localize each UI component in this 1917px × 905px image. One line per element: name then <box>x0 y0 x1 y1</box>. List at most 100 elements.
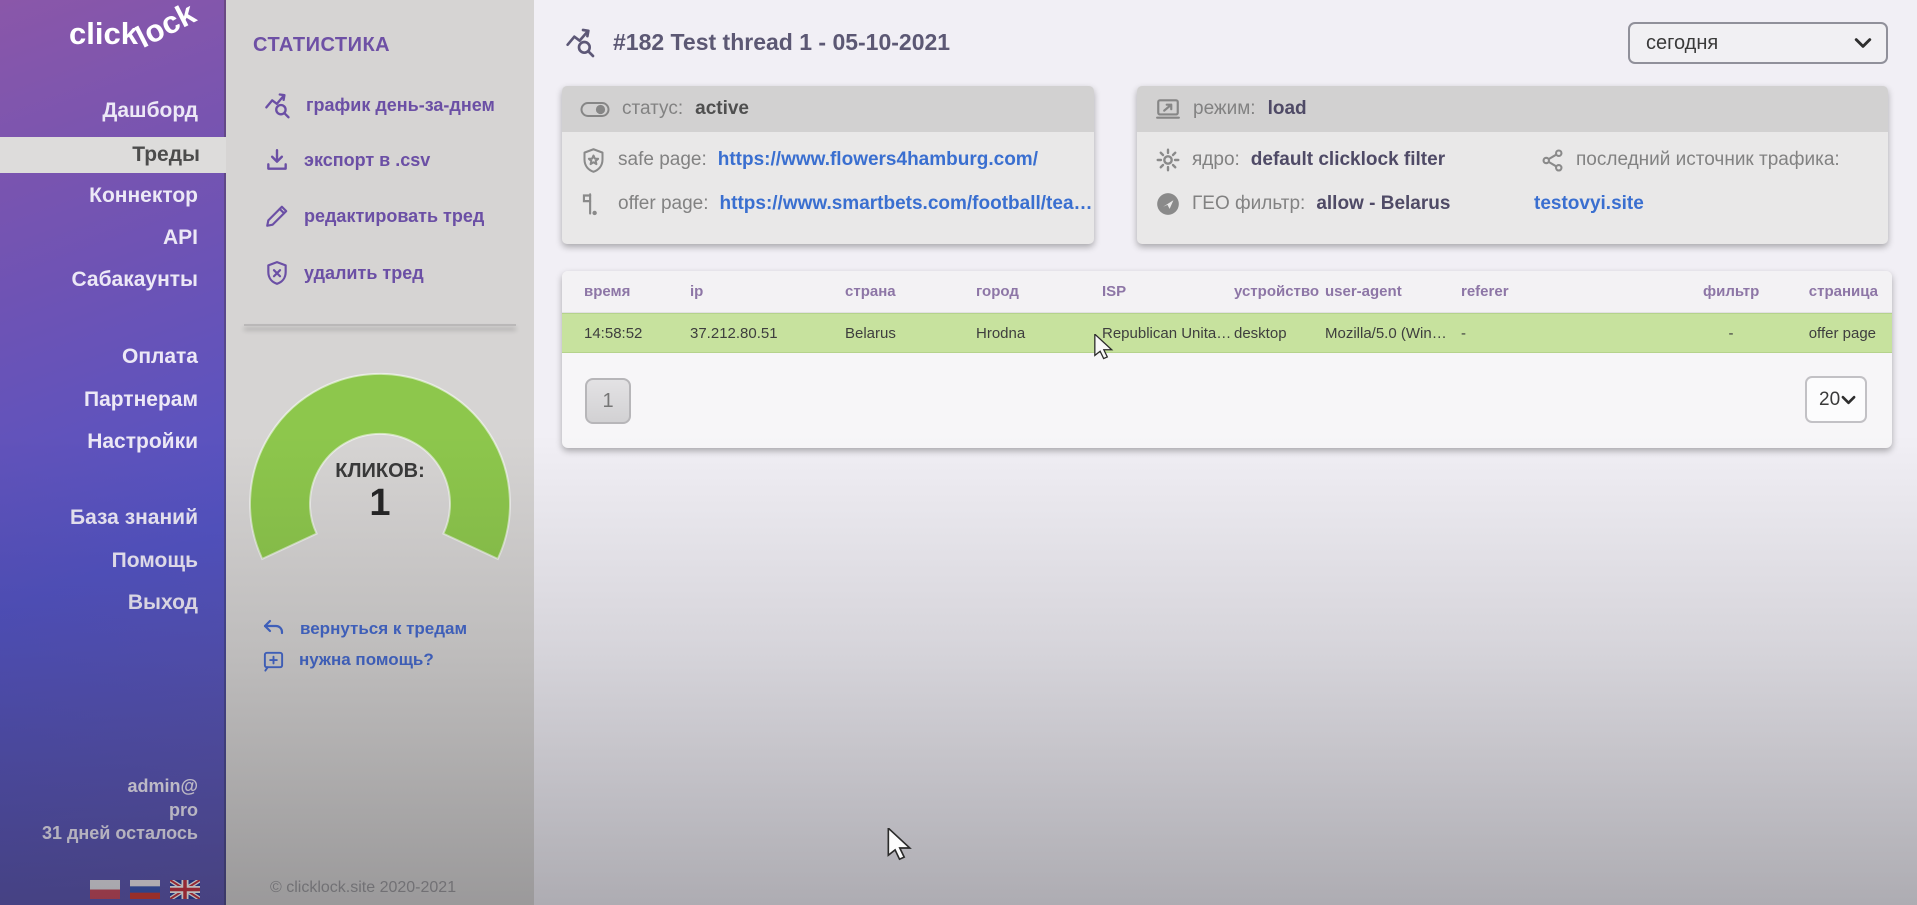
status-value: active <box>695 98 749 120</box>
traffic-source-label: последний источник трафика: <box>1576 149 1840 171</box>
table-row[interactable]: 14:58:52 37.212.80.51 Belarus Hrodna Rep… <box>562 313 1892 353</box>
cell-time: 14:58:52 <box>584 325 642 342</box>
chevron-down-icon <box>1854 37 1872 49</box>
sidebar-item-threads[interactable]: Треды <box>0 137 226 173</box>
traffic-source-link[interactable]: testovyi.site <box>1534 193 1644 215</box>
main-content: #182 Test thread 1 - 05-10-2021 сегодня … <box>534 0 1917 905</box>
share-icon <box>1540 148 1565 173</box>
sidebar-item-knowledge-base[interactable]: База знаний <box>70 505 198 531</box>
globe-icon <box>1155 191 1181 217</box>
clicklock-app: clicklock Дашборд Треды Коннектор API Са… <box>0 0 1917 905</box>
pencil-icon <box>264 203 290 229</box>
account-email: admin@ <box>127 775 198 797</box>
sidebar-item-api[interactable]: API <box>163 225 198 251</box>
stats-title: СТАТИСТИКА <box>253 34 390 57</box>
action-label: экспорт в .csv <box>304 150 430 171</box>
account-days-left: 31 дней осталось <box>42 822 198 844</box>
action-delete-thread[interactable]: удалить тред <box>264 258 424 288</box>
mode-panel: режим: load ядро: default clicklock filt… <box>1137 86 1888 244</box>
action-label: график день-за-днем <box>306 95 495 116</box>
stats-panel: СТАТИСТИКА график день-за-днем экспорт в… <box>226 0 534 905</box>
mode-panel-header: режим: load <box>1137 86 1888 132</box>
page-size-value: 20 <box>1819 389 1840 411</box>
offer-page-row: offer page: https://www.smartbets.com/fo… <box>580 190 1093 218</box>
link-label: нужна помощь? <box>299 650 434 670</box>
cell-referer: - <box>1461 325 1466 342</box>
action-edit-thread[interactable]: редактировать тред <box>264 201 484 231</box>
flag-icon <box>580 191 607 218</box>
mode-label: режим: <box>1193 98 1256 120</box>
action-label: удалить тред <box>304 263 424 284</box>
sidebar-item-settings[interactable]: Настройки <box>87 429 198 455</box>
col-city: город <box>976 283 1019 300</box>
col-referer: referer <box>1461 283 1509 300</box>
thread-title: #182 Test thread 1 - 05-10-2021 <box>613 29 950 56</box>
uk-flag[interactable] <box>170 880 200 899</box>
col-page: страница <box>1809 283 1878 300</box>
traffic-source-link-row: testovyi.site <box>1534 190 1644 218</box>
monitor-arrow-icon <box>1155 96 1181 122</box>
geo-filter-label: ГЕО фильтр: <box>1192 193 1305 215</box>
col-ip: ip <box>690 283 703 300</box>
offer-page-label: offer page: <box>618 193 709 215</box>
account-plan: pro <box>169 799 198 821</box>
undo-icon <box>262 617 286 641</box>
shield-x-icon <box>264 260 290 286</box>
action-day-by-day-graph[interactable]: график день-за-днем <box>264 90 495 120</box>
col-isp: ISP <box>1102 283 1126 300</box>
col-user-agent: user-agent <box>1325 283 1402 300</box>
cell-ip: 37.212.80.51 <box>690 325 778 342</box>
sidebar-item-connector[interactable]: Коннектор <box>89 183 198 209</box>
clicks-gauge: КЛИКОВ: 1 <box>240 368 520 618</box>
safe-page-link[interactable]: https://www.flowers4hamburg.com/ <box>718 149 1038 171</box>
page-size-select[interactable]: 20 <box>1805 376 1867 423</box>
poland-flag[interactable] <box>90 880 120 899</box>
kernel-value: default clicklock filter <box>1251 149 1445 171</box>
action-label: редактировать тред <box>304 206 484 227</box>
offer-page-link[interactable]: https://www.smartbets.com/football/tea… <box>720 193 1093 215</box>
need-help-link[interactable]: нужна помощь? <box>262 648 434 672</box>
geo-filter-row: ГЕО фильтр: allow - Belarus <box>1155 190 1450 218</box>
page-title: #182 Test thread 1 - 05-10-2021 <box>565 26 950 58</box>
gear-icon <box>1155 147 1181 173</box>
action-export-csv[interactable]: экспорт в .csv <box>264 145 430 175</box>
sidebar-item-logout[interactable]: Выход <box>128 590 198 616</box>
sidebar-item-dashboard[interactable]: Дашборд <box>102 98 198 124</box>
cell-country: Belarus <box>845 325 896 342</box>
clicks-table: время ip страна город ISP устройство use… <box>562 271 1892 448</box>
download-icon <box>264 147 290 173</box>
logo-part1: click <box>69 16 138 51</box>
cell-isp: Republican Unita… <box>1102 325 1231 342</box>
cell-device: desktop <box>1234 325 1287 342</box>
comment-plus-icon <box>262 649 285 672</box>
sidebar-item-payment[interactable]: Оплата <box>122 344 198 370</box>
sidebar-item-help[interactable]: Помощь <box>112 548 198 574</box>
logo-part2: lock <box>130 0 202 56</box>
period-select[interactable]: сегодня <box>1628 22 1888 64</box>
geo-filter-value: allow - Belarus <box>1316 193 1450 215</box>
mode-value: load <box>1268 98 1307 120</box>
clicklock-logo: clicklock <box>69 16 200 52</box>
status-panel: статус: active safe page: https://www.fl… <box>562 86 1094 244</box>
back-to-threads-link[interactable]: вернуться к тредам <box>262 617 467 641</box>
safe-page-row: safe page: https://www.flowers4hamburg.c… <box>580 146 1038 174</box>
table-header-row: время ip страна город ISP устройство use… <box>562 271 1892 313</box>
gauge-label: КЛИКОВ: <box>240 460 520 483</box>
sidebar: clicklock Дашборд Треды Коннектор API Са… <box>0 0 226 905</box>
cell-filter: - <box>1703 325 1759 342</box>
status-label: статус: <box>622 98 683 120</box>
col-device: устройство <box>1234 283 1319 300</box>
cell-city: Hrodna <box>976 325 1025 342</box>
period-select-value: сегодня <box>1646 32 1718 55</box>
kernel-row: ядро: default clicklock filter <box>1155 146 1445 174</box>
page-1-button[interactable]: 1 <box>585 378 631 424</box>
safe-page-label: safe page: <box>618 149 707 171</box>
toggle-icon <box>580 99 610 119</box>
sidebar-item-partners[interactable]: Партнерам <box>84 387 198 413</box>
status-panel-header: статус: active <box>562 86 1094 132</box>
copyright-footer: © clicklock.site 2020-2021 <box>270 879 456 897</box>
russia-flag[interactable] <box>130 880 160 899</box>
link-label: вернуться к тредам <box>300 619 467 639</box>
gauge-value: 1 <box>240 482 520 525</box>
sidebar-item-subaccounts[interactable]: Сабакаунты <box>71 267 198 293</box>
